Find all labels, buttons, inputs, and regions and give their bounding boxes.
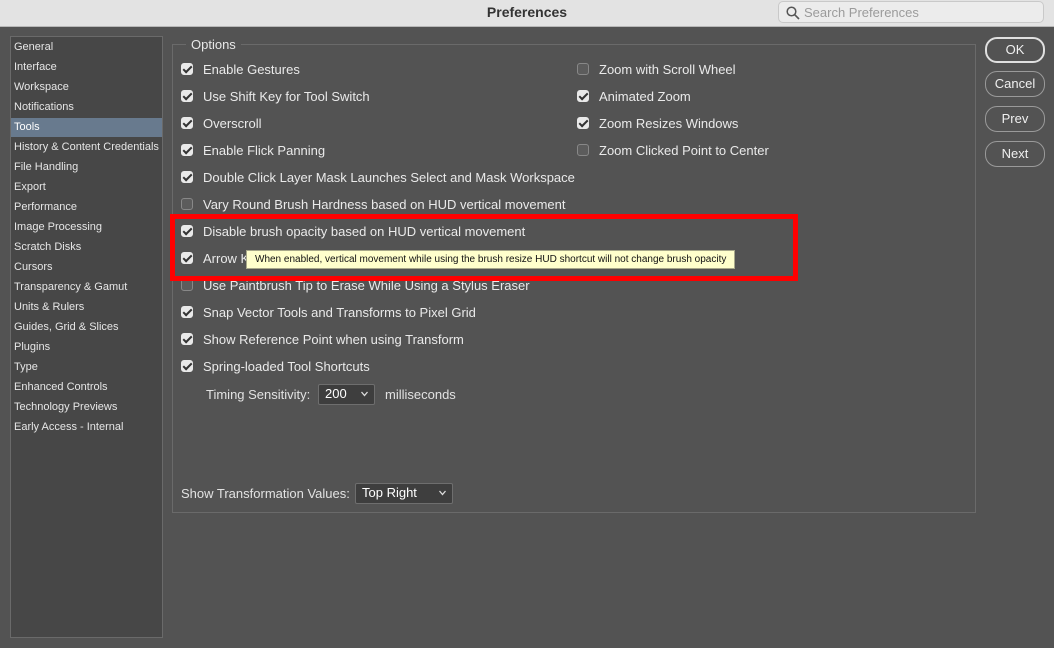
sidebar-item-scratch-disks[interactable]: Scratch Disks	[11, 238, 162, 257]
show-reference-point-checkbox[interactable]	[181, 333, 193, 345]
zoom-scroll-wheel-label: Zoom with Scroll Wheel	[599, 62, 736, 77]
double-click-layer-mask-label: Double Click Layer Mask Launches Select …	[203, 170, 575, 185]
options-group-label: Options	[186, 37, 241, 52]
sidebar-item-plugins[interactable]: Plugins	[11, 338, 162, 357]
sidebar-item-image-processing[interactable]: Image Processing	[11, 218, 162, 237]
zoom-resizes-windows-checkbox[interactable]	[577, 117, 589, 129]
sidebar-item-tools[interactable]: Tools	[11, 118, 162, 137]
sidebar-item-technology-previews[interactable]: Technology Previews	[11, 398, 162, 417]
double-click-layer-mask-checkbox[interactable]	[181, 171, 193, 183]
sidebar-item-history[interactable]: History & Content Credentials	[11, 138, 162, 157]
title-bar: Preferences	[0, 0, 1054, 27]
snap-vector-tools-label: Snap Vector Tools and Transforms to Pixe…	[203, 305, 476, 320]
flick-panning-label: Enable Flick Panning	[203, 143, 326, 158]
overscroll-checkbox[interactable]	[181, 117, 193, 129]
enable-gestures-checkbox[interactable]	[181, 63, 193, 75]
zoom-scroll-wheel-checkbox[interactable]	[577, 63, 589, 75]
next-button[interactable]: Next	[985, 141, 1045, 167]
transformation-values-value: Top Right	[362, 485, 417, 500]
search-icon	[786, 6, 800, 20]
tooltip: When enabled, vertical movement while us…	[246, 250, 736, 269]
sidebar-item-file-handling[interactable]: File Handling	[11, 158, 162, 177]
overscroll-label: Overscroll	[203, 116, 262, 131]
snap-vector-tools-checkbox[interactable]	[181, 306, 193, 318]
sidebar-item-workspace[interactable]: Workspace	[11, 78, 162, 97]
preferences-sidebar: General Interface Workspace Notification…	[10, 36, 163, 638]
shift-key-tool-switch-label: Use Shift Key for Tool Switch	[203, 89, 370, 104]
timing-sensitivity-label: Timing Sensitivity:	[206, 387, 311, 402]
sidebar-item-performance[interactable]: Performance	[11, 198, 162, 217]
animated-zoom-label: Animated Zoom	[599, 89, 691, 104]
transformation-values-label: Show Transformation Values:	[181, 486, 350, 501]
timing-sensitivity-select[interactable]: 200	[318, 384, 375, 405]
ok-button[interactable]: OK	[985, 37, 1045, 63]
zoom-resizes-windows-label: Zoom Resizes Windows	[599, 116, 739, 131]
highlight-box	[170, 214, 798, 281]
sidebar-item-notifications[interactable]: Notifications	[11, 98, 162, 117]
zoom-clicked-point-label: Zoom Clicked Point to Center	[599, 143, 769, 158]
vary-brush-hardness-label: Vary Round Brush Hardness based on HUD v…	[203, 197, 566, 212]
animated-zoom-checkbox[interactable]	[577, 90, 589, 102]
timing-sensitivity-value: 200	[325, 386, 347, 401]
sidebar-item-cursors[interactable]: Cursors	[11, 258, 162, 277]
vary-brush-hardness-checkbox[interactable]	[181, 198, 193, 210]
flick-panning-checkbox[interactable]	[181, 144, 193, 156]
sidebar-item-early-access[interactable]: Early Access - Internal	[11, 418, 162, 437]
spring-loaded-shortcuts-label: Spring-loaded Tool Shortcuts	[203, 359, 370, 374]
zoom-clicked-point-checkbox[interactable]	[577, 144, 589, 156]
sidebar-item-units-rulers[interactable]: Units & Rulers	[11, 298, 162, 317]
transformation-values-select[interactable]: Top Right	[355, 483, 453, 504]
search-input[interactable]	[804, 3, 1039, 21]
sidebar-item-transparency[interactable]: Transparency & Gamut	[11, 278, 162, 297]
chevron-down-icon	[439, 490, 446, 496]
search-box[interactable]	[778, 1, 1044, 23]
spring-loaded-shortcuts-checkbox[interactable]	[181, 360, 193, 372]
sidebar-item-type[interactable]: Type	[11, 358, 162, 377]
sidebar-item-enhanced-controls[interactable]: Enhanced Controls	[11, 378, 162, 397]
sidebar-item-general[interactable]: General	[11, 38, 162, 57]
sidebar-item-interface[interactable]: Interface	[11, 58, 162, 77]
prev-button[interactable]: Prev	[985, 106, 1045, 132]
chevron-down-icon	[361, 391, 368, 397]
cancel-button[interactable]: Cancel	[985, 71, 1045, 97]
timing-sensitivity-unit: milliseconds	[385, 387, 456, 402]
sidebar-item-export[interactable]: Export	[11, 178, 162, 197]
show-reference-point-label: Show Reference Point when using Transfor…	[203, 332, 464, 347]
enable-gestures-label: Enable Gestures	[203, 62, 300, 77]
sidebar-item-guides-grid[interactable]: Guides, Grid & Slices	[11, 318, 162, 337]
shift-key-tool-switch-checkbox[interactable]	[181, 90, 193, 102]
